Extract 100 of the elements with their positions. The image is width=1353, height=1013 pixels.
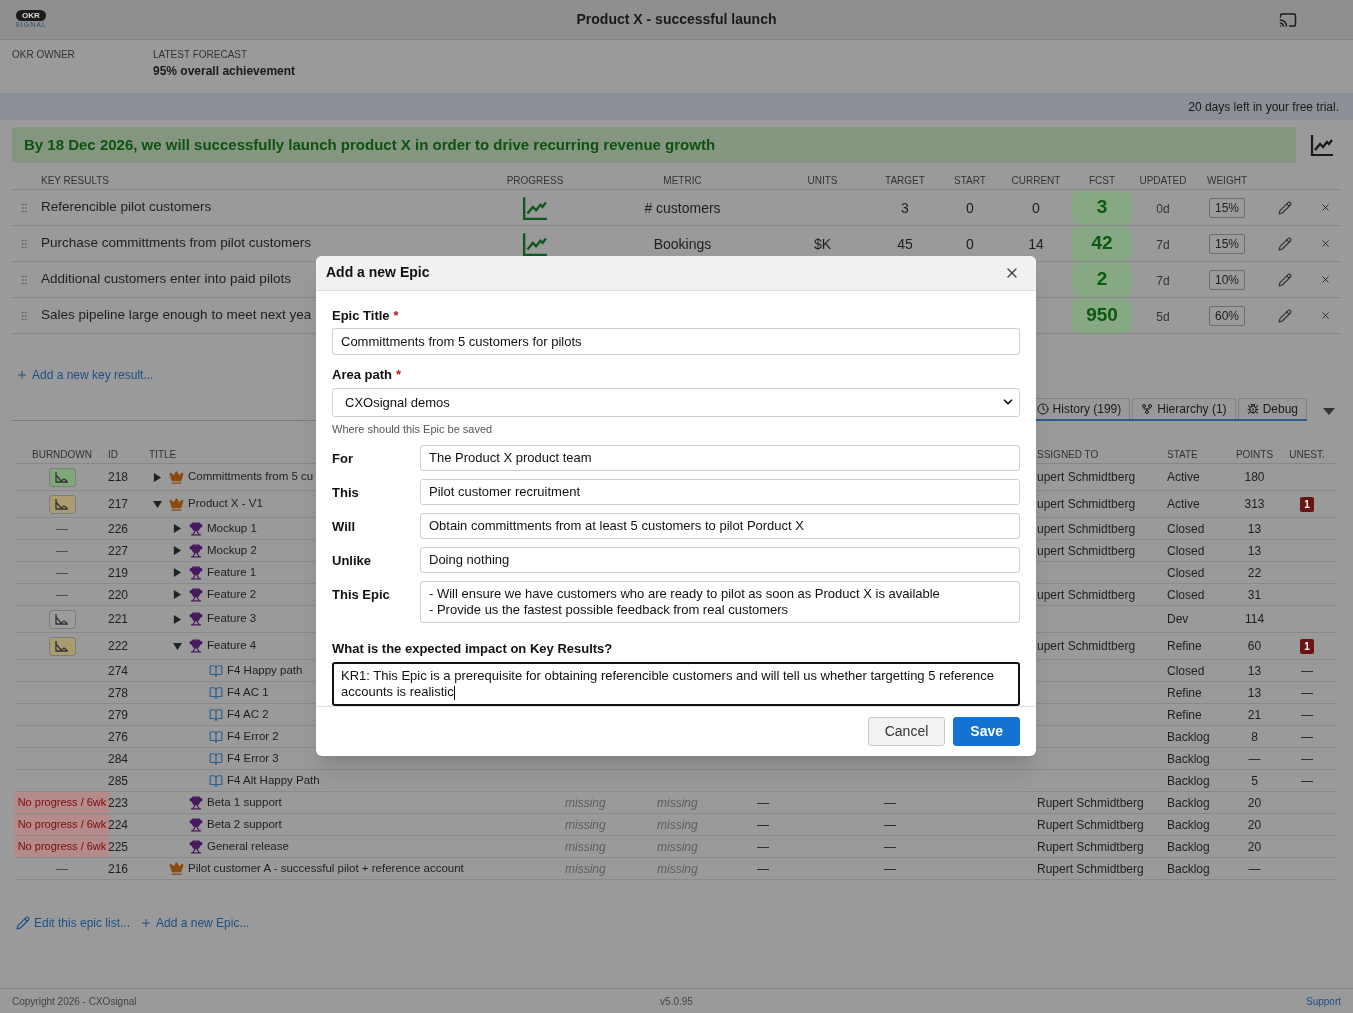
save-button[interactable]: Save — [953, 716, 1020, 746]
book-icon — [209, 729, 223, 744]
burndown-chart-icon[interactable] — [48, 609, 76, 629]
points-value: 8 — [1251, 729, 1258, 744]
edit-icon[interactable] — [1278, 236, 1292, 251]
key-result-name: Purchase committments from pilot customers — [41, 234, 312, 253]
delete-icon[interactable] — [1320, 274, 1331, 285]
hierarchy-icon — [1141, 403, 1154, 415]
epic-id: 278 — [108, 684, 130, 702]
unestimated-badge: 1 — [1300, 638, 1314, 654]
statement-field[interactable]: Pilot customer recruitment — [420, 479, 1020, 506]
points-value: 31 — [1247, 587, 1262, 602]
epic-title-link[interactable]: Product X - V1 — [188, 495, 263, 513]
cast-icon[interactable] — [1279, 10, 1297, 29]
weight-field[interactable]: 60% — [1209, 305, 1245, 326]
epic-title-link[interactable]: Feature 3 — [207, 610, 257, 628]
add-epic-link[interactable]: Add a new Epic... — [156, 914, 250, 932]
column-header: CURRENT — [1011, 174, 1061, 188]
edit-list-link[interactable]: Edit this epic list... — [34, 914, 131, 932]
panel-tab[interactable]: Debug — [1237, 398, 1307, 419]
epic-id: 218 — [108, 469, 130, 486]
drag-handle-icon[interactable] — [18, 273, 30, 286]
plus-icon — [140, 917, 153, 929]
drag-handle-icon[interactable] — [18, 309, 30, 322]
epic-title-link[interactable]: F4 Error 3 — [227, 749, 279, 768]
epic-title-link[interactable]: F4 Error 2 — [227, 727, 279, 746]
assignee-name: Rupert Schmidtberg — [1037, 839, 1144, 854]
expand-triangle-icon[interactable] — [172, 568, 182, 577]
statement-field[interactable]: - Will ensure we have customers who are ready to pilot as soon as Product X is available - Provide us the fastest possible feedback from real customers — [420, 581, 1020, 624]
book-icon — [209, 663, 223, 678]
expand-triangle-icon[interactable] — [172, 590, 182, 599]
empty-dash: — — [1301, 772, 1313, 790]
burndown-chart-icon[interactable] — [48, 494, 76, 514]
delete-icon[interactable] — [1320, 238, 1331, 249]
edit-icon[interactable] — [1278, 308, 1292, 323]
delete-icon[interactable] — [1320, 310, 1331, 321]
weight-field[interactable]: 10% — [1209, 269, 1245, 290]
epic-title-link[interactable]: F4 Alt Happy Path — [227, 771, 320, 790]
edit-icon[interactable] — [1278, 200, 1292, 215]
statement-field[interactable]: Obtain committments from at least 5 customers to pilot Porduct X — [420, 513, 1020, 540]
delete-icon[interactable] — [1320, 202, 1331, 213]
epic-title-link[interactable]: Feature 2 — [207, 585, 257, 604]
state-text: Active — [1167, 497, 1200, 511]
drag-handle-icon[interactable] — [18, 237, 30, 250]
burndown-dash: — — [56, 586, 68, 604]
dropdown-caret-icon[interactable] — [1323, 408, 1335, 415]
burndown-dash: — — [56, 542, 68, 560]
collapse-triangle-icon[interactable] — [152, 499, 162, 509]
current-value: 0 — [1032, 199, 1040, 216]
epic-title-link[interactable]: Feature 4 — [207, 637, 257, 655]
epic-title-link[interactable]: General release — [207, 837, 289, 856]
area-path-select[interactable]: CXOsignal demos — [332, 387, 1020, 417]
statement-field[interactable]: Doing nothing — [420, 547, 1020, 574]
cancel-button[interactable]: Cancel — [867, 716, 946, 746]
impact-textarea[interactable]: KR1: This Epic is a prerequisite for obtaining referencible customers and will tell us whether targetting 5 reference accounts is realistic — [332, 661, 1020, 706]
panel-tab[interactable]: Hierarchy (1) — [1132, 398, 1236, 419]
statement-field[interactable]: The Product X product team — [420, 445, 1020, 472]
state-text: Backlog — [1167, 795, 1210, 810]
epic-title-link[interactable]: Committments from 5 cu — [188, 468, 314, 486]
epic-title-link[interactable]: Beta 2 support — [207, 815, 282, 834]
epic-title-link[interactable]: Pilot customer A - successful pilot + reference account — [188, 859, 464, 878]
add-key-result-link[interactable]: Add a new key result... — [32, 366, 154, 384]
column-header: SSIGNED TO — [1036, 448, 1100, 462]
edit-icon[interactable] — [1278, 272, 1292, 287]
burndown-chart-icon[interactable] — [48, 636, 76, 656]
epic-title-link[interactable]: Beta 1 support — [207, 793, 282, 812]
empty-dash: — — [1301, 684, 1313, 702]
epic-title-link[interactable]: Mockup 1 — [207, 519, 257, 538]
epic-id: 216 — [108, 860, 130, 878]
epic-title-link[interactable]: F4 AC 1 — [227, 683, 269, 702]
missing-value: missing — [565, 795, 606, 810]
epic-title-link[interactable]: Feature 1 — [207, 563, 257, 582]
state-text: Closed — [1167, 663, 1205, 678]
plus-icon — [16, 369, 28, 381]
epic-id: 222 — [108, 638, 130, 655]
collapse-triangle-icon[interactable] — [172, 641, 182, 651]
epic-title-link[interactable]: F4 Happy path — [227, 661, 303, 680]
epic-title-field[interactable]: Committments from 5 customers for pilots — [332, 328, 1020, 356]
expand-triangle-icon[interactable] — [172, 524, 182, 533]
page-title: Product X - successful launch — [576, 10, 777, 29]
expand-triangle-icon[interactable] — [172, 614, 182, 624]
state-text: Active — [1167, 470, 1200, 484]
book-icon — [209, 685, 223, 700]
required-mark: * — [393, 306, 399, 325]
support-link[interactable]: Support — [1305, 993, 1341, 1009]
assignee-name: upert Schmidtberg — [1037, 587, 1136, 602]
burndown-chart-icon[interactable] — [48, 467, 76, 487]
weight-field[interactable]: 15% — [1209, 197, 1245, 218]
field-label: What is the expected impact on Key Results? — [332, 640, 613, 659]
field-label: This Epic — [332, 587, 390, 603]
epic-title-link[interactable]: Mockup 2 — [207, 541, 257, 560]
epic-title-link[interactable]: F4 AC 2 — [227, 705, 269, 724]
trophy-icon — [189, 521, 203, 536]
points-value: 60 — [1247, 639, 1262, 653]
points-value: 20 — [1247, 817, 1262, 832]
weight-field[interactable]: 15% — [1209, 233, 1245, 254]
expand-triangle-icon[interactable] — [172, 546, 182, 555]
drag-handle-icon[interactable] — [18, 201, 30, 214]
expand-triangle-icon[interactable] — [152, 472, 162, 482]
state-text: Backlog — [1167, 773, 1210, 788]
